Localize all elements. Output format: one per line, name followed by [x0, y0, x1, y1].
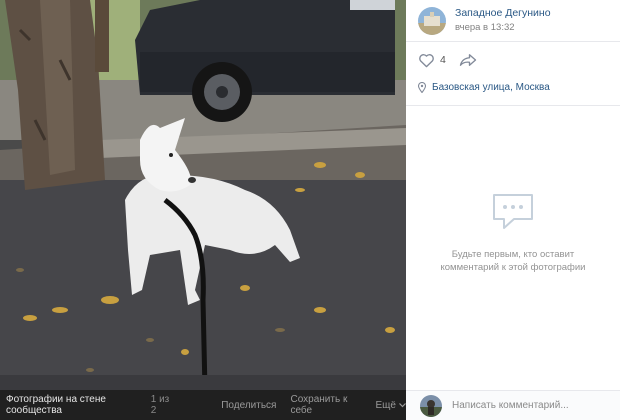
like-count: 4 [440, 54, 446, 66]
location: Базовская улица, Москва [406, 78, 620, 96]
photo-viewer[interactable] [0, 0, 406, 390]
comment-input[interactable] [452, 400, 607, 411]
post-header: Западное Дегунино вчера в 13:32 [406, 0, 620, 42]
side-panel: Западное Дегунино вчера в 13:32 4 Базовс… [406, 0, 620, 420]
comments-empty-text: Будьте первым, кто оставит комментарий к… [440, 249, 586, 273]
share-post-button[interactable] [459, 53, 477, 67]
post-time[interactable]: вчера в 13:32 [455, 21, 551, 34]
divider [406, 105, 620, 106]
comments-empty-icon [493, 194, 533, 229]
save-button[interactable]: Сохранить к себе [290, 394, 361, 416]
share-arrow-icon [459, 54, 477, 66]
post-actions: 4 [406, 42, 620, 78]
like-button[interactable]: 4 [418, 53, 446, 68]
photo[interactable] [0, 0, 406, 390]
location-link[interactable]: Базовская улица, Москва [432, 82, 550, 93]
photo-bottom-bar: Фотографии на стене сообщества 1 из 2 По… [0, 390, 406, 420]
share-button[interactable]: Поделиться [221, 400, 276, 411]
comment-bar [406, 390, 620, 420]
chevron-down-icon [399, 402, 406, 407]
user-avatar[interactable] [420, 394, 442, 417]
author-name[interactable]: Западное Дегунино [455, 7, 551, 20]
community-avatar[interactable] [418, 6, 446, 35]
more-button[interactable]: Ещё [376, 400, 406, 411]
comments-empty-state: Будьте первым, кто оставит комментарий к… [406, 192, 620, 274]
heart-icon [419, 53, 434, 67]
more-label: Ещё [375, 399, 396, 411]
photo-counter: 1 из 2 [150, 394, 170, 416]
album-link[interactable]: Фотографии на стене сообщества [6, 394, 145, 416]
location-pin-icon [418, 81, 426, 93]
